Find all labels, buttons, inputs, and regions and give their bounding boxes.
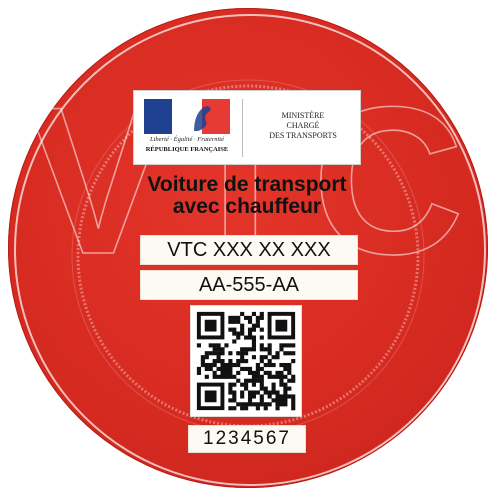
republic-motto: Liberté · Égalité · Fraternité: [149, 136, 225, 143]
vtc-registration-number: VTC XXX XX XXX: [140, 235, 358, 265]
ministry-name: MINISTÈRE CHARGÉ DES TRANSPORTS: [248, 111, 358, 141]
government-logo-block: Liberté · Égalité · Fraternité RÉPUBLIQU…: [133, 90, 361, 165]
logo-divider: [242, 99, 243, 157]
ministry-line-1: MINISTÈRE: [281, 111, 325, 120]
serial-number: 1234567: [188, 425, 306, 453]
ministry-line-2: CHARGÉ: [286, 121, 320, 130]
republic-name: RÉPUBLIQUE FRANÇAISE: [145, 146, 229, 153]
headline: Voiture de transport avec chauffeur: [92, 174, 402, 218]
marianne-flag-icon: [144, 99, 230, 134]
qr-code-icon: [190, 305, 302, 417]
ministry-line-3: DES TRANSPORTS: [269, 131, 337, 140]
license-plate: AA-555-AA: [140, 270, 358, 300]
headline-line-1: Voiture de transport: [147, 173, 347, 196]
headline-line-2: avec chauffeur: [172, 195, 322, 218]
